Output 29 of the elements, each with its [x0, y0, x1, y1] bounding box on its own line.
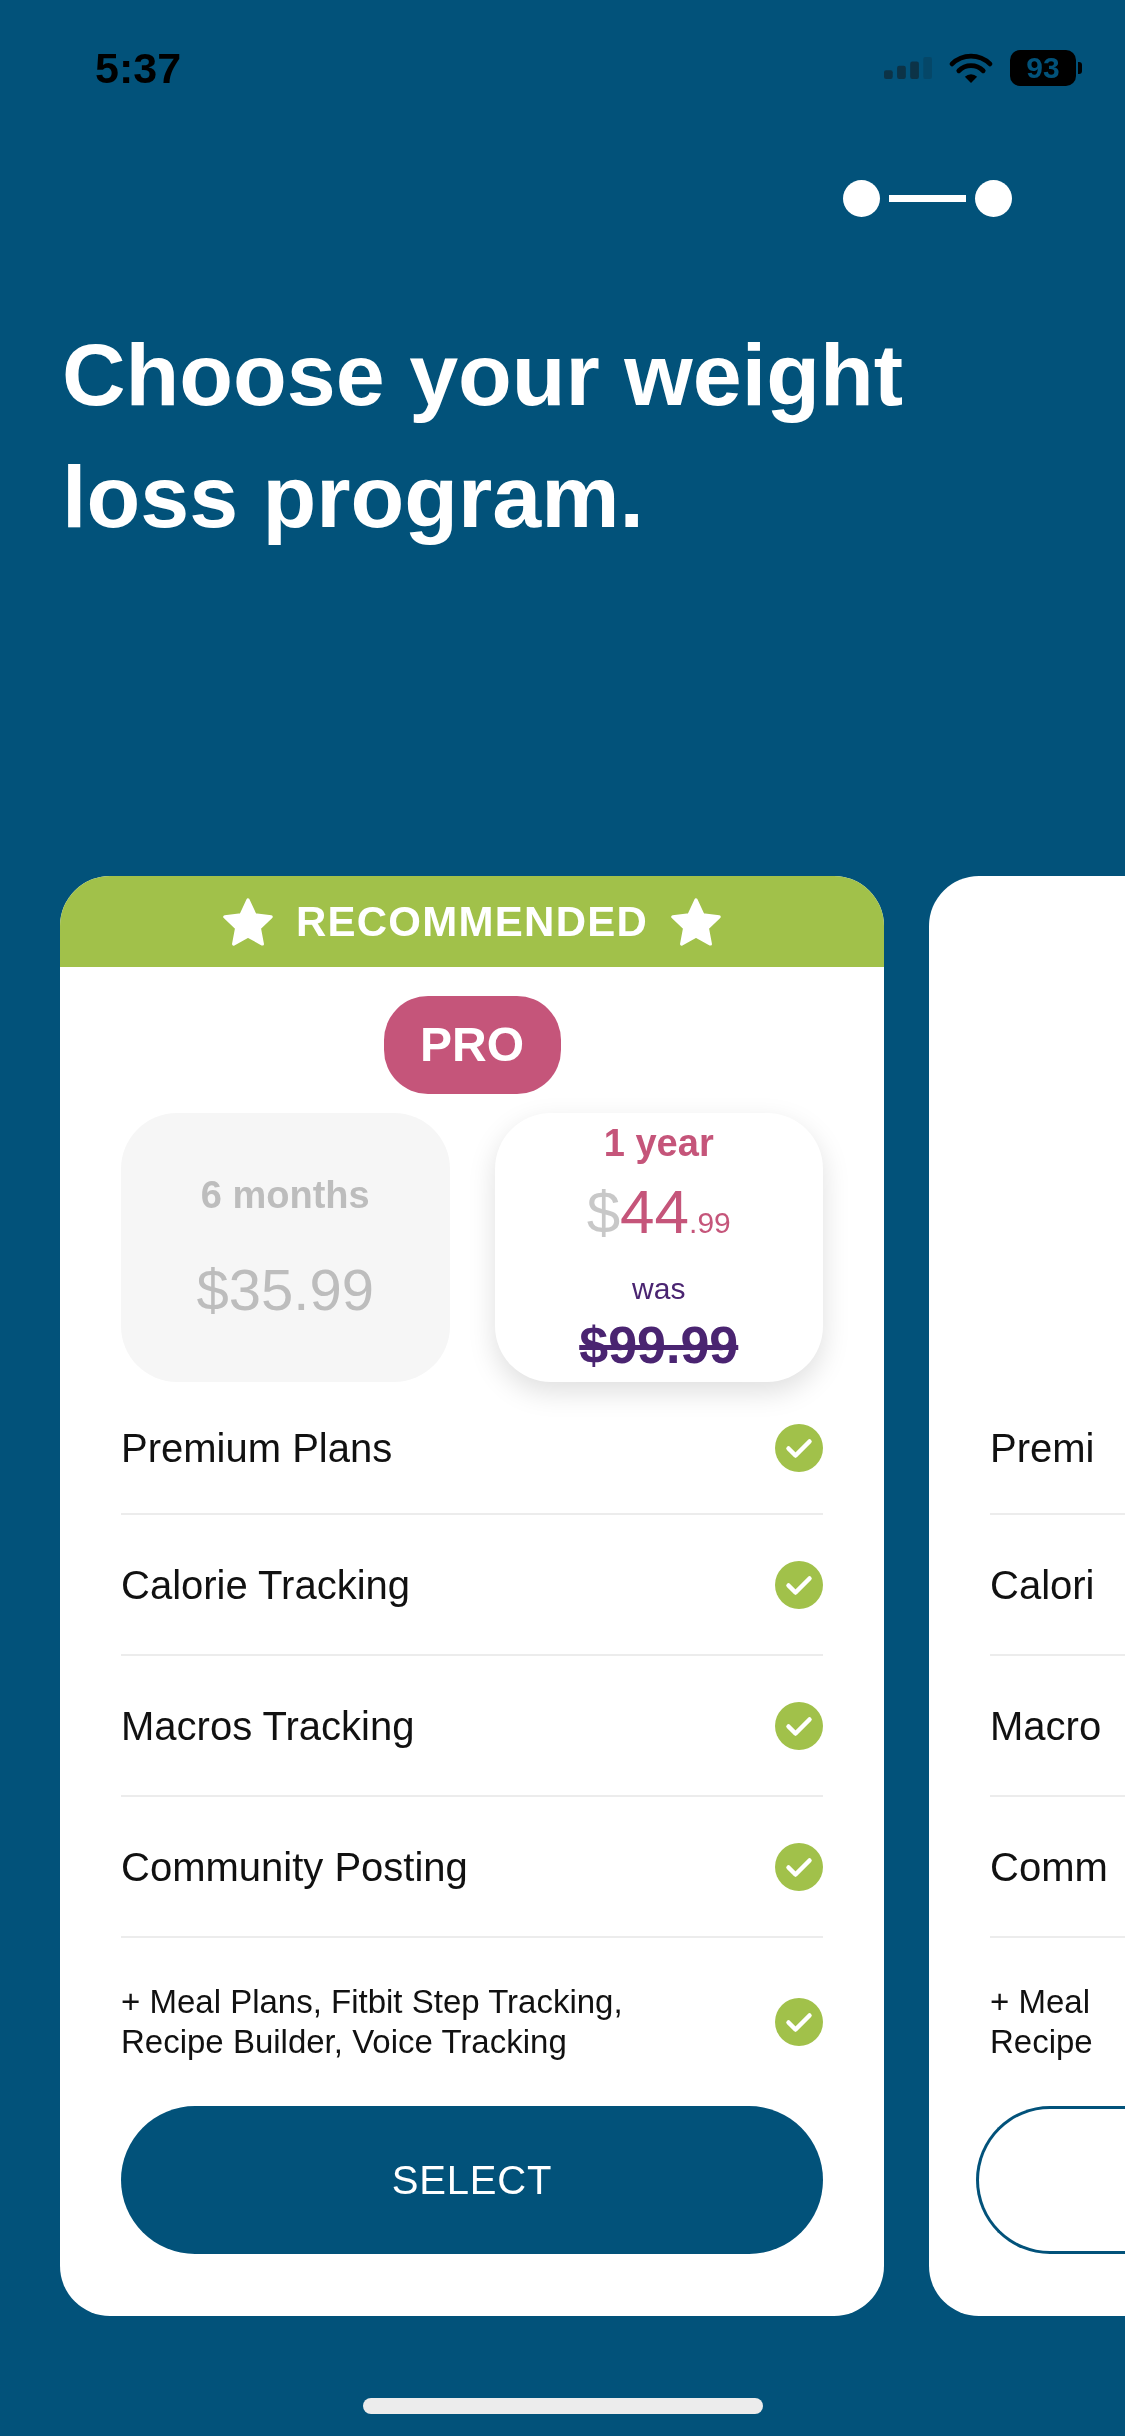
tier-badge: PRO [383, 996, 561, 1094]
feature-label: Calori [990, 1561, 1095, 1609]
banner-label: RECOMMENDED [295, 897, 649, 947]
connected-dots-icon[interactable] [843, 180, 1012, 217]
plan-price: $35.99 [196, 1256, 374, 1323]
signal-icon [884, 57, 932, 79]
feature-label: Premi [990, 1424, 1095, 1472]
battery-indicator: 93 [1010, 50, 1082, 86]
old-price: $99.99 [579, 1316, 739, 1374]
feature-label: Community Posting [121, 1843, 468, 1891]
select-button[interactable]: SELECT [121, 2106, 823, 2254]
page-heading: Choose your weight loss program. [62, 324, 904, 548]
plan-option[interactable]: 1 year $44.99 was $99.99 [494, 1113, 823, 1382]
plan-price: $44.99 [586, 1177, 731, 1248]
star-icon [222, 897, 273, 946]
feature-label: Calorie Tracking [121, 1561, 410, 1609]
feature-label: Macro [990, 1702, 1102, 1750]
status-time: 5:37 [95, 46, 182, 90]
plan-duration: 1 year [603, 1121, 714, 1165]
plan-duration: 6 months [200, 1172, 370, 1217]
feature-label: Comm [990, 1843, 1108, 1891]
plan-button[interactable] [976, 2106, 1125, 2254]
star-icon [671, 897, 722, 946]
feature-label: + Meal Plans, Fitbit Step Tracking, Recipe Builder, Voice Tracking [121, 1982, 624, 2062]
feature-label: + Meal Recipe [990, 1982, 1093, 2062]
wifi-icon [948, 52, 994, 84]
feature-label: Premium Plans [121, 1424, 393, 1472]
was-label: was [632, 1271, 686, 1307]
feature-label: Macros Tracking [121, 1702, 415, 1750]
